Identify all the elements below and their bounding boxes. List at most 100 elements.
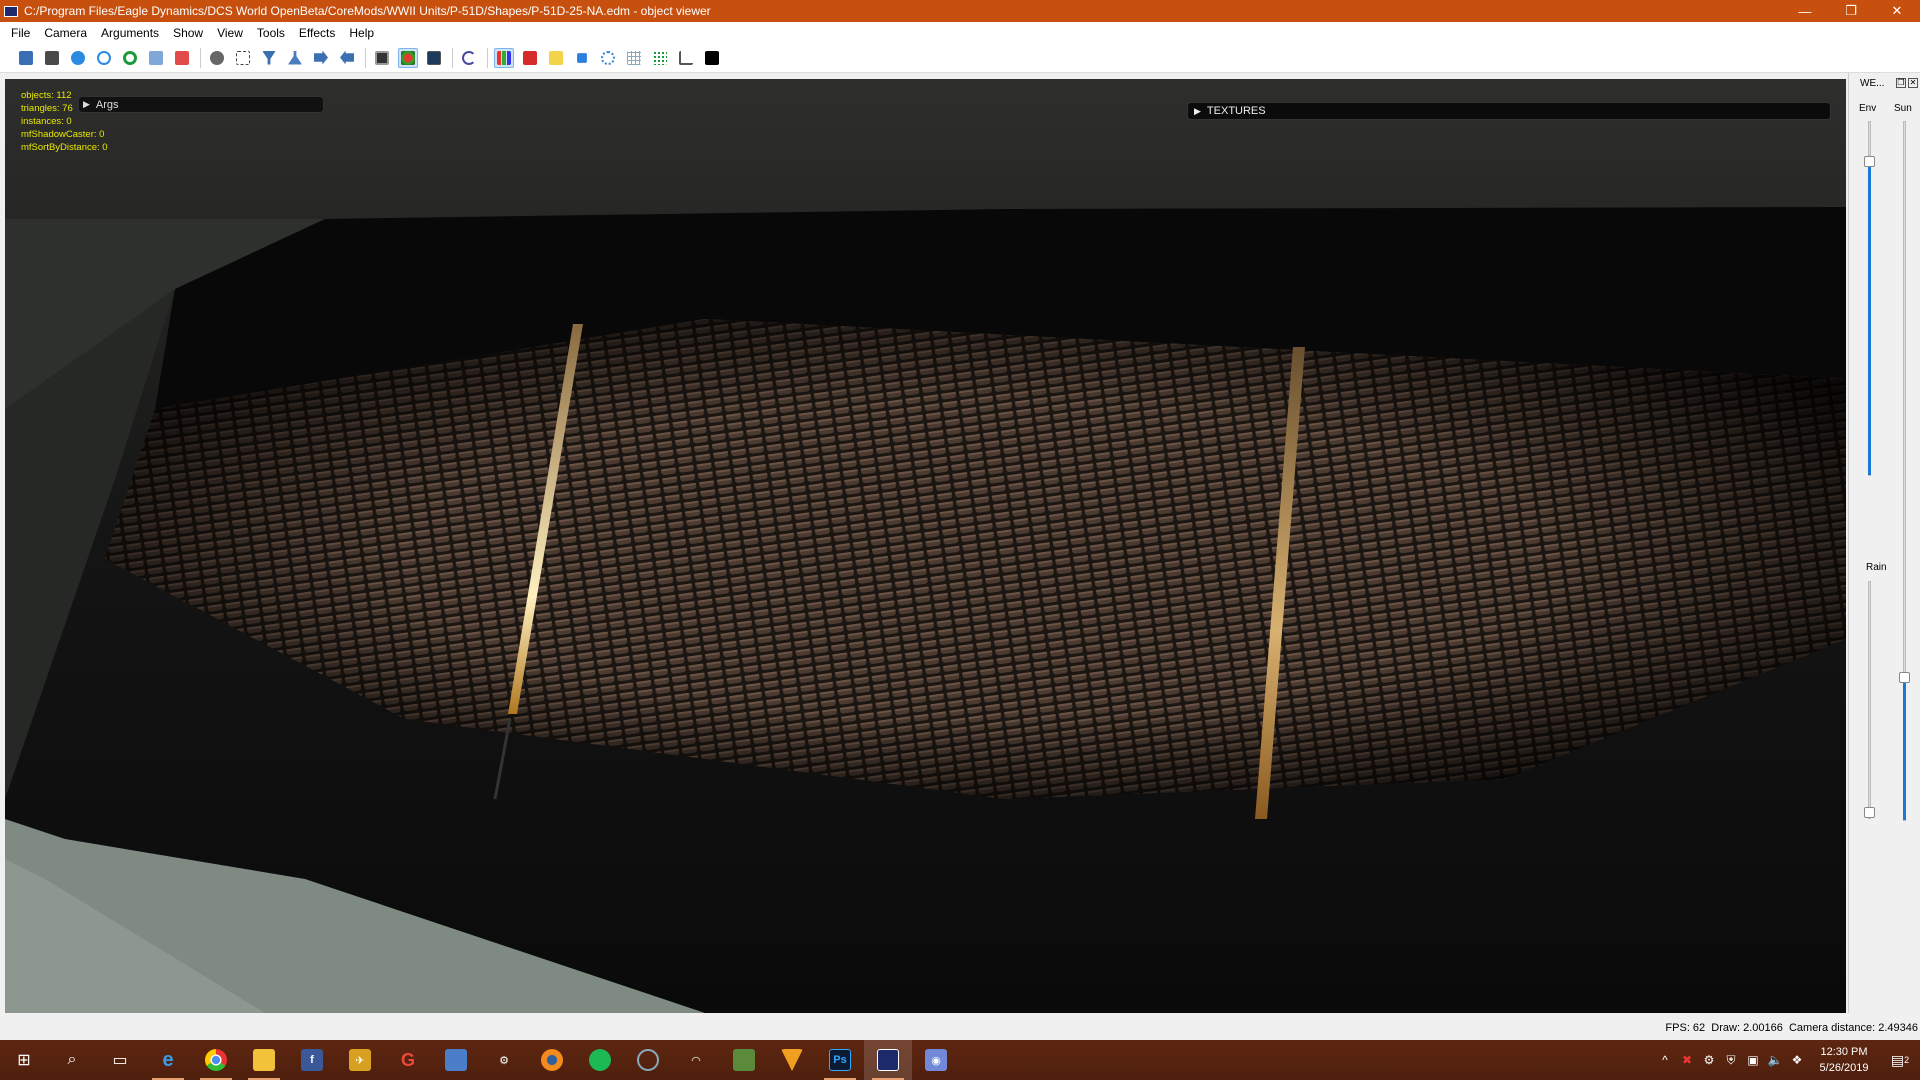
close-button[interactable]: ✕: [1874, 0, 1920, 22]
status-bar: FPS: 62 Draw: 2.00166 Camera distance: 2…: [0, 1015, 1920, 1040]
system-tray: ^ ✖ ⚙ ⛨ ▣ 🔈 ❖ 12:30 PM 5/26/2019 ▤ 2: [1654, 1040, 1920, 1080]
windows-start-icon[interactable]: ⊞: [0, 1040, 48, 1080]
menu-tools[interactable]: Tools: [250, 26, 292, 40]
sun-label: Sun: [1894, 103, 1912, 114]
export-icon[interactable]: [42, 48, 62, 68]
app-icon-circle[interactable]: [624, 1040, 672, 1080]
dcs-icon[interactable]: ✈: [336, 1040, 384, 1080]
cube-blue-icon[interactable]: [572, 48, 592, 68]
status-fps: FPS: 62: [1665, 1021, 1706, 1034]
dropbox-icon[interactable]: ❖: [1786, 1053, 1808, 1067]
render-icon[interactable]: [372, 48, 392, 68]
cube-yellow-icon[interactable]: [546, 48, 566, 68]
volume-icon[interactable]: 🔈: [1764, 1053, 1786, 1067]
env-slider-fill: [1868, 156, 1871, 475]
task-view-icon[interactable]: ▭: [96, 1040, 144, 1080]
molecule-icon[interactable]: [598, 48, 618, 68]
app-icon-triangle[interactable]: [768, 1040, 816, 1080]
camera-icon[interactable]: [207, 48, 227, 68]
menu-file[interactable]: File: [4, 26, 37, 40]
funnel-icon[interactable]: [259, 48, 279, 68]
axes-icon[interactable]: [676, 48, 696, 68]
back-icon[interactable]: [337, 48, 357, 68]
env-label: Env: [1859, 103, 1877, 114]
title-bar: C:/Program Files/Eagle Dynamics/DCS Worl…: [0, 0, 1920, 22]
grid-icon[interactable]: [624, 48, 644, 68]
menu-camera[interactable]: Camera: [37, 26, 94, 40]
dot-grid-icon[interactable]: [650, 48, 670, 68]
toolbar-separator: [200, 47, 201, 68]
maximize-button[interactable]: ❐: [1828, 0, 1874, 22]
flask-icon[interactable]: [285, 48, 305, 68]
menu-arguments[interactable]: Arguments: [94, 26, 166, 40]
rain-slider-thumb[interactable]: [1864, 807, 1875, 818]
textures-panel-header[interactable]: ▶ TEXTURES: [1187, 102, 1831, 120]
status-camera-distance: Camera distance: 2.49346: [1788, 1021, 1918, 1034]
refresh-icon[interactable]: [94, 48, 114, 68]
photoshop-icon[interactable]: Ps: [816, 1040, 864, 1080]
monitor-icon[interactable]: [424, 48, 444, 68]
crosshair-icon[interactable]: [233, 48, 253, 68]
bone-icon[interactable]: [172, 48, 192, 68]
cube-red-icon[interactable]: [520, 48, 540, 68]
3d-viewport[interactable]: objects: 112 triangles: 76 instances: 0 …: [5, 79, 1846, 1013]
save-icon[interactable]: [16, 48, 36, 68]
app-icon-blue[interactable]: [432, 1040, 480, 1080]
menu-help[interactable]: Help: [342, 26, 381, 40]
spotify-icon[interactable]: [576, 1040, 624, 1080]
steam-icon[interactable]: ⚙: [480, 1040, 528, 1080]
rain-slider[interactable]: [1864, 581, 1875, 819]
app-icon: [4, 5, 18, 17]
console-icon[interactable]: [702, 48, 722, 68]
tray-app-icon[interactable]: ✖: [1676, 1053, 1698, 1067]
tray-settings-icon[interactable]: ⚙: [1698, 1053, 1720, 1067]
float-icon[interactable]: ❐: [1896, 78, 1906, 88]
reload-icon[interactable]: [120, 48, 140, 68]
facebook-icon[interactable]: f: [288, 1040, 336, 1080]
sphere-icon[interactable]: [68, 48, 88, 68]
toolbar: [0, 43, 1920, 73]
shading-icon[interactable]: [398, 47, 418, 68]
args-panel-header[interactable]: ▶ Args: [78, 96, 324, 113]
toolbar-separator: [365, 47, 366, 68]
chrome-icon[interactable]: [192, 1040, 240, 1080]
stat-sort-by-distance: mfSortByDistance: 0: [21, 142, 108, 153]
menu-effects[interactable]: Effects: [292, 26, 342, 40]
close-icon[interactable]: ✕: [1908, 78, 1918, 88]
file-explorer-icon[interactable]: [240, 1040, 288, 1080]
image-icon[interactable]: [146, 48, 166, 68]
expand-arrow-icon: ▶: [1194, 105, 1201, 116]
stat-instances: instances: 0: [21, 116, 72, 127]
scene-render: [5, 79, 1846, 1013]
args-label: Args: [95, 98, 119, 111]
google-icon[interactable]: G: [384, 1040, 432, 1080]
edge-icon[interactable]: e: [144, 1040, 192, 1080]
menu-view[interactable]: View: [210, 26, 250, 40]
shield-icon[interactable]: ⛨: [1720, 1053, 1742, 1068]
forward-icon[interactable]: [311, 48, 331, 68]
menu-show[interactable]: Show: [166, 26, 210, 40]
blender-icon[interactable]: [528, 1040, 576, 1080]
env-slider[interactable]: [1864, 121, 1875, 476]
sun-slider-thumb[interactable]: [1899, 672, 1910, 683]
weather-panel: WE... ❐ ✕ Env Sun Rain: [1848, 73, 1920, 1013]
notification-icon[interactable]: ▤ 2: [1880, 1052, 1920, 1069]
minimize-button[interactable]: —: [1782, 0, 1828, 22]
undo-icon[interactable]: [459, 48, 479, 68]
chevron-up-icon[interactable]: ^: [1654, 1053, 1676, 1067]
search-icon[interactable]: ⌕: [48, 1040, 96, 1080]
taskbar: ⊞ ⌕ ▭ e f ✈ G ⚙ ◠ Ps ◉ ^ ✖ ⚙ ⛨ ▣ 🔈 ❖ 12:…: [0, 1040, 1920, 1080]
textures-label: TEXTURES: [1206, 105, 1266, 117]
object-viewer-icon[interactable]: [864, 1040, 912, 1080]
weather-panel-header: WE... ❐ ✕: [1849, 73, 1920, 93]
sun-slider[interactable]: [1899, 121, 1910, 821]
clock[interactable]: 12:30 PM 5/26/2019: [1808, 1044, 1880, 1076]
clock-date: 5/26/2019: [1819, 1062, 1869, 1074]
network-icon[interactable]: ▣: [1742, 1053, 1764, 1067]
discord-icon[interactable]: ◉: [912, 1040, 960, 1080]
env-slider-thumb[interactable]: [1864, 156, 1875, 167]
stat-shadow-caster: mfShadowCaster: 0: [21, 129, 105, 140]
headset-icon[interactable]: ◠: [672, 1040, 720, 1080]
minecraft-icon[interactable]: [720, 1040, 768, 1080]
bar-chart-icon[interactable]: [494, 47, 514, 68]
